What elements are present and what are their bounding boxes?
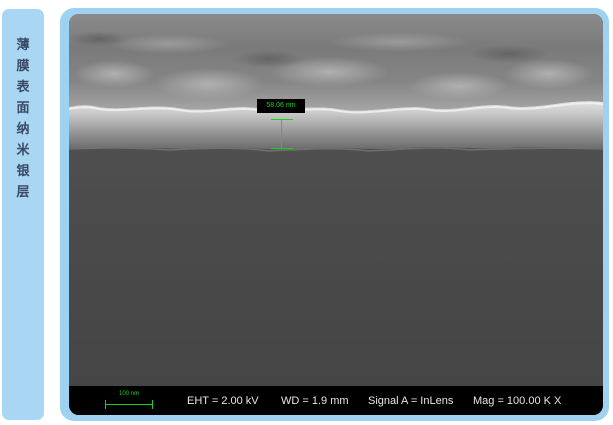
wd-readout: WD = 1.9 mm (281, 395, 349, 407)
caption-char: 面 (16, 101, 30, 116)
sem-micrograph: 58.06 nm 100 nm EHT = 2.00 kV WD = 1.9 m… (69, 14, 603, 415)
thickness-measurement-marker (271, 119, 293, 149)
eht-readout: EHT = 2.00 kV (187, 395, 259, 407)
scale-bar: 100 nm (105, 389, 153, 411)
caption-char: 层 (16, 185, 30, 200)
vertical-caption: 薄 膜 表 面 纳 米 银 层 (2, 9, 44, 420)
thickness-measurement-label: 58.06 nm (257, 99, 305, 113)
caption-char: 表 (16, 80, 30, 95)
caption-char: 银 (16, 164, 30, 179)
caption-char: 纳 (16, 122, 30, 137)
caption-char: 米 (16, 143, 30, 158)
caption-char: 膜 (16, 59, 30, 74)
magnification-readout: Mag = 100.00 K X (473, 395, 562, 407)
sem-info-bar: 100 nm EHT = 2.00 kV WD = 1.9 mm Signal … (69, 386, 603, 415)
figure-page: 薄 膜 表 面 纳 米 银 层 58.06 nm 100 nm EHT = 2.… (0, 0, 613, 425)
signal-readout: Signal A = InLens (368, 395, 454, 407)
sem-image (69, 14, 603, 415)
scale-bar-label: 100 nm (118, 391, 139, 397)
caption-char: 薄 (16, 38, 30, 53)
